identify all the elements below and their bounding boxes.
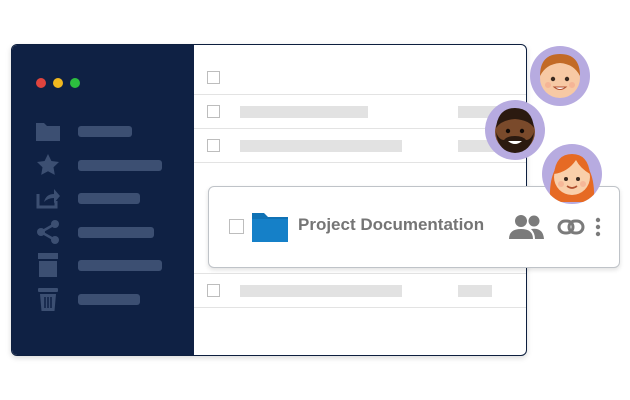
collaborator-avatar-2	[485, 100, 545, 160]
window-minimize-button[interactable]	[53, 78, 63, 88]
list-row[interactable]	[194, 61, 526, 95]
sidebar	[12, 45, 194, 355]
share-arrow-icon	[34, 185, 62, 211]
sidebar-item-archive[interactable]	[34, 252, 162, 278]
shared-users-icon[interactable]	[509, 214, 545, 245]
sidebar-item-label-placeholder	[78, 259, 162, 271]
folder-icon	[34, 118, 62, 144]
row-meta-placeholder	[458, 284, 492, 297]
row-checkbox[interactable]	[207, 138, 220, 152]
sidebar-item-folders[interactable]	[34, 118, 132, 144]
list-row[interactable]	[194, 273, 526, 308]
sidebar-item-label-placeholder	[78, 159, 162, 171]
file-name[interactable]: Project Documentation	[298, 215, 484, 235]
sidebar-item-shared-links[interactable]	[34, 219, 154, 245]
trash-icon	[34, 286, 62, 312]
share-network-icon	[34, 219, 62, 245]
row-checkbox[interactable]	[207, 283, 220, 297]
sidebar-item-label-placeholder	[78, 125, 132, 137]
collaborator-avatar-1	[530, 46, 590, 106]
row-name-placeholder	[240, 284, 402, 297]
list-row[interactable]	[194, 129, 526, 163]
folder-icon	[252, 210, 288, 247]
sidebar-item-starred[interactable]	[34, 152, 162, 178]
sidebar-item-label-placeholder	[78, 192, 140, 204]
collaborator-avatar-3	[542, 144, 602, 204]
more-vertical-icon[interactable]	[594, 217, 602, 242]
window-zoom-button[interactable]	[70, 78, 80, 88]
link-icon[interactable]	[557, 218, 585, 241]
row-name-placeholder	[240, 139, 402, 152]
sidebar-item-label-placeholder	[78, 226, 154, 238]
row-checkbox[interactable]	[207, 70, 220, 84]
list-row[interactable]	[194, 95, 526, 129]
row-name-placeholder	[240, 105, 368, 118]
sidebar-item-shared[interactable]	[34, 185, 140, 211]
illustration-stage: Project Documentation	[0, 0, 630, 400]
archive-box-icon	[34, 252, 62, 278]
window-close-button[interactable]	[36, 78, 46, 88]
row-checkbox[interactable]	[207, 104, 220, 118]
file-card-checkbox[interactable]	[229, 219, 244, 234]
star-icon	[34, 152, 62, 178]
sidebar-item-label-placeholder	[78, 293, 140, 305]
sidebar-item-trash[interactable]	[34, 286, 140, 312]
